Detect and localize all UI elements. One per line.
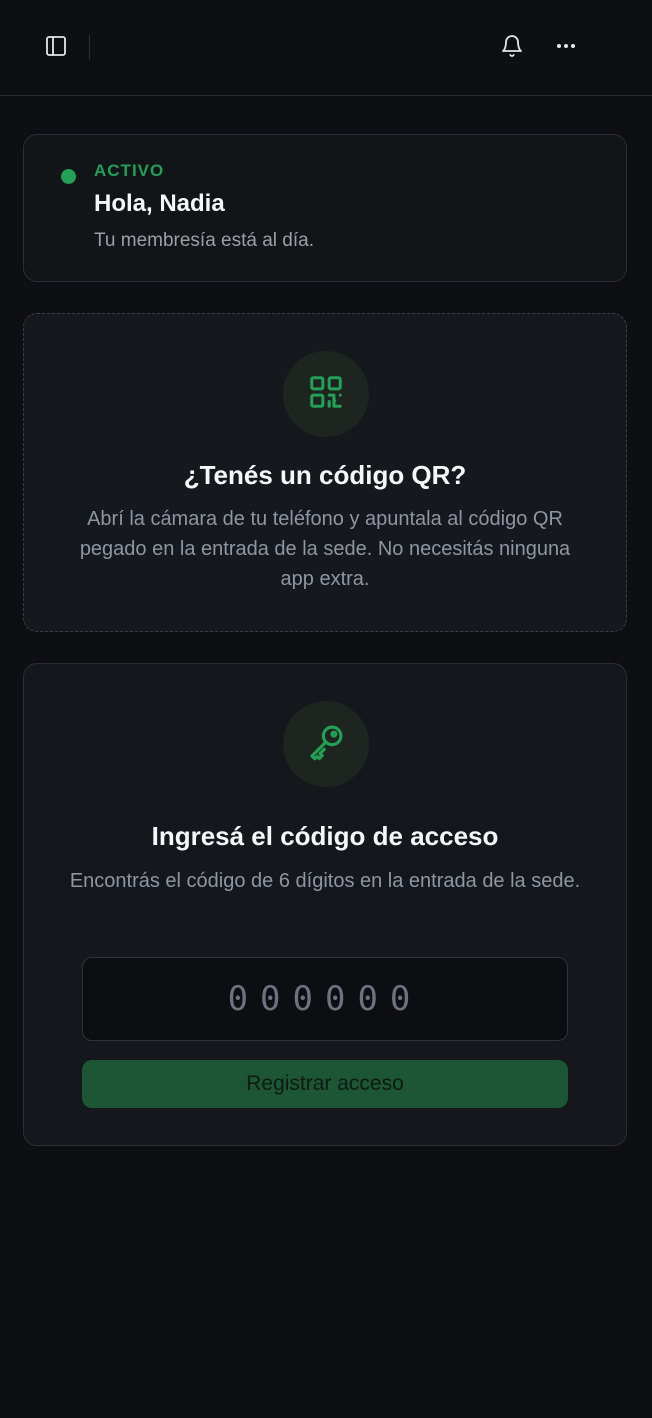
access-code-input[interactable] — [82, 957, 568, 1041]
access-code-card: Ingresá el código de acceso Encontrás el… — [23, 663, 627, 1146]
more-horizontal-icon — [554, 34, 578, 63]
access-description: Encontrás el código de 6 dígitos en la e… — [69, 870, 581, 892]
top-bar — [0, 0, 652, 96]
notifications-button[interactable] — [494, 30, 530, 66]
qr-icon-badge — [283, 351, 369, 437]
status-indicator-dot — [61, 169, 76, 184]
membership-status-card: ACTIVO Hola, Nadia Tu membresía está al … — [23, 134, 627, 282]
more-options-button[interactable] — [548, 30, 584, 66]
register-access-button[interactable]: Registrar acceso — [82, 1060, 568, 1108]
sidebar-toggle-button[interactable] — [38, 30, 74, 66]
topbar-divider — [89, 35, 90, 60]
bell-icon — [500, 34, 524, 63]
key-icon — [305, 721, 347, 768]
qr-title: ¿Tenés un código QR? — [183, 460, 467, 490]
page: ACTIVO Hola, Nadia Tu membresía está al … — [0, 0, 652, 1418]
key-icon-badge — [283, 701, 369, 787]
qr-info-card: ¿Tenés un código QR? Abrí la cámara de t… — [23, 313, 627, 632]
qr-description: Abrí la cámara de tu teléfono y apuntala… — [79, 508, 571, 590]
status-label: ACTIVO — [94, 161, 165, 180]
greeting: Hola, Nadia — [94, 190, 225, 217]
access-title: Ingresá el código de acceso — [151, 821, 499, 851]
sidebar-toggle-icon — [44, 34, 68, 63]
membership-message: Tu membresía está al día. — [94, 230, 315, 251]
qr-code-icon — [307, 373, 345, 416]
